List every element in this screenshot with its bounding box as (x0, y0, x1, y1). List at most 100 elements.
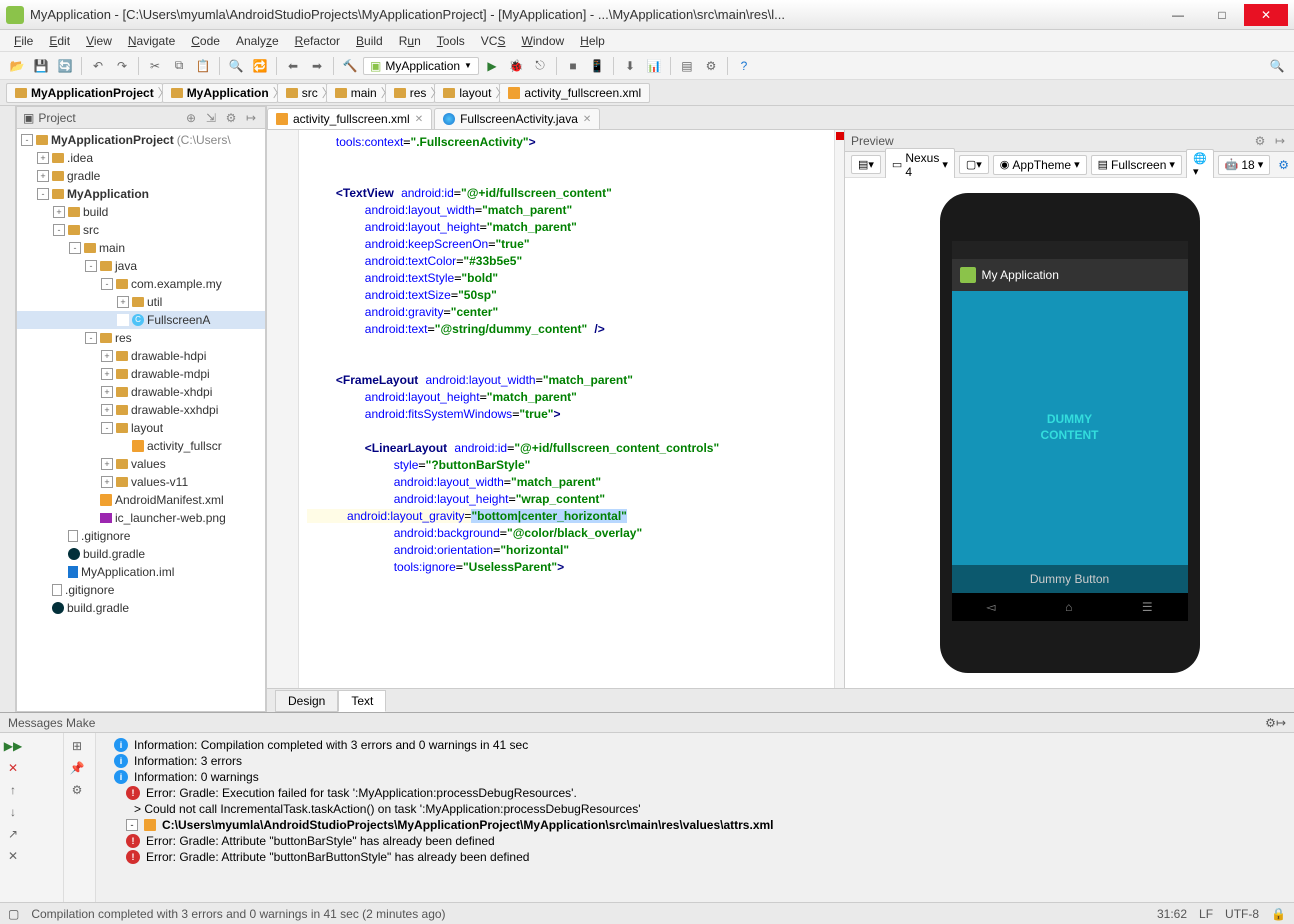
tree-item[interactable]: -main (17, 239, 265, 257)
tree-item[interactable]: +drawable-mdpi (17, 365, 265, 383)
save-icon[interactable]: 💾 (30, 55, 52, 77)
copy-icon[interactable]: ⧉ (168, 55, 190, 77)
tree-item[interactable]: -com.example.my (17, 275, 265, 293)
find-icon[interactable]: 🔍 (225, 55, 247, 77)
tree-item[interactable]: +values (17, 455, 265, 473)
api-combo[interactable]: 🤖 18▾ (1218, 155, 1271, 175)
expand-icon[interactable]: ⊞ (68, 737, 86, 755)
menu-refactor[interactable]: Refactor (289, 32, 346, 50)
message-row[interactable]: iInformation: Compilation completed with… (100, 737, 1290, 753)
tab-activity-xml[interactable]: activity_fullscreen.xml ✕ (267, 108, 432, 129)
tab-design[interactable]: Design (275, 690, 338, 712)
close-tab-icon[interactable]: ✕ (415, 114, 423, 125)
menu-navigate[interactable]: Navigate (122, 32, 181, 50)
preview-canvas[interactable]: My Application DUMMY CONTENT Dummy Butto… (845, 178, 1294, 688)
up-icon[interactable]: ↑ (4, 781, 22, 799)
tree-item[interactable]: +drawable-xxhdpi (17, 401, 265, 419)
debug-icon[interactable]: 🐞 (505, 55, 527, 77)
stop-icon[interactable]: ■ (562, 55, 584, 77)
message-row[interactable]: !Error: Gradle: Execution failed for tas… (100, 785, 1290, 801)
stop-icon[interactable]: ✕ (4, 759, 22, 777)
crumb-layout[interactable]: layout (434, 83, 500, 103)
message-row[interactable]: !Error: Gradle: Attribute "buttonBarButt… (100, 849, 1290, 865)
tree-item[interactable]: AndroidManifest.xml (17, 491, 265, 509)
message-row[interactable]: !Error: Gradle: Attribute "buttonBarStyl… (100, 833, 1290, 849)
crumb-file[interactable]: activity_fullscreen.xml (499, 83, 650, 103)
menu-edit[interactable]: Edit (43, 32, 76, 50)
menu-vcs[interactable]: VCS (475, 32, 512, 50)
crumb-main[interactable]: main (326, 83, 386, 103)
tab-text[interactable]: Text (338, 690, 386, 712)
theme-combo[interactable]: ◉ AppTheme▾ (993, 155, 1087, 175)
run-config-combo[interactable]: ▣ MyApplication ▼ (363, 57, 479, 75)
settings-icon[interactable]: ⚙ (700, 55, 722, 77)
export-icon[interactable]: ↗ (4, 825, 22, 843)
project-tree[interactable]: -MyApplicationProject (C:\Users\+.idea+g… (17, 129, 265, 711)
device-combo[interactable]: ▭ Nexus 4▾ (885, 148, 955, 182)
tree-item[interactable]: +gradle (17, 167, 265, 185)
close-msg-icon[interactable]: ✕ (4, 847, 22, 865)
make-icon[interactable]: 🔨 (339, 55, 361, 77)
tree-item[interactable]: CFullscreenA (17, 311, 265, 329)
line-separator[interactable]: LF (1199, 907, 1213, 921)
hide-icon[interactable]: ↦ (1276, 716, 1286, 730)
error-stripe[interactable] (834, 130, 844, 688)
config-button[interactable]: ▢▾ (959, 155, 989, 174)
menu-tools[interactable]: Tools (431, 32, 471, 50)
back-icon[interactable]: ⬅ (282, 55, 304, 77)
scroll-to-icon[interactable]: ⊕ (183, 111, 199, 125)
open-icon[interactable]: 📂 (6, 55, 28, 77)
close-button[interactable]: ✕ (1244, 4, 1288, 26)
tree-item[interactable]: build.gradle (17, 545, 265, 563)
tree-item[interactable]: -src (17, 221, 265, 239)
cut-icon[interactable]: ✂ (144, 55, 166, 77)
message-row[interactable]: iInformation: 0 warnings (100, 769, 1290, 785)
tree-item[interactable]: MyApplication.iml (17, 563, 265, 581)
menu-file[interactable]: File (8, 32, 39, 50)
menu-window[interactable]: Window (515, 32, 570, 50)
menu-help[interactable]: Help (574, 32, 611, 50)
locale-button[interactable]: 🌐▾ (1186, 149, 1214, 181)
gear-icon[interactable]: ⚙ (223, 111, 239, 125)
code-editor[interactable]: tools:context=".FullscreenActivity"> <Te… (299, 130, 834, 688)
filter-icon[interactable]: ⚙ (68, 781, 86, 799)
encoding[interactable]: UTF-8 (1225, 907, 1259, 921)
replace-icon[interactable]: 🔁 (249, 55, 271, 77)
minimize-button[interactable]: — (1156, 4, 1200, 26)
maximize-button[interactable]: □ (1200, 4, 1244, 26)
messages-tree[interactable]: iInformation: Compilation completed with… (96, 733, 1294, 902)
tree-item[interactable]: -layout (17, 419, 265, 437)
tree-item[interactable]: +util (17, 293, 265, 311)
gear-icon[interactable]: ⚙ (1265, 716, 1276, 730)
tree-item[interactable]: -MyApplication (17, 185, 265, 203)
message-row[interactable]: -C:\Users\myumla\AndroidStudioProjects\M… (100, 817, 1290, 833)
lock-icon[interactable]: 🔒 (1271, 907, 1286, 921)
orientation-button[interactable]: ▤▾ (851, 155, 881, 174)
tree-item[interactable]: build.gradle (17, 599, 265, 617)
redo-icon[interactable]: ↷ (111, 55, 133, 77)
tree-item[interactable]: +build (17, 203, 265, 221)
monitor-icon[interactable]: 📊 (643, 55, 665, 77)
attach-icon[interactable]: ⎋ (529, 55, 551, 77)
collapse-icon[interactable]: ⇲ (203, 111, 219, 125)
avd-icon[interactable]: 📱 (586, 55, 608, 77)
undo-icon[interactable]: ↶ (87, 55, 109, 77)
run-icon[interactable]: ▶ (481, 55, 503, 77)
message-row[interactable]: iInformation: 3 errors (100, 753, 1290, 769)
refresh-icon[interactable]: ⚙ (1278, 158, 1289, 172)
tree-item[interactable]: -res (17, 329, 265, 347)
tree-item[interactable]: -java (17, 257, 265, 275)
menu-code[interactable]: Code (185, 32, 226, 50)
tree-item[interactable]: +drawable-xhdpi (17, 383, 265, 401)
sync-icon[interactable]: 🔄 (54, 55, 76, 77)
tree-item[interactable]: ic_launcher-web.png (17, 509, 265, 527)
rerun-icon[interactable]: ▶▶ (4, 737, 22, 755)
menu-view[interactable]: View (80, 32, 118, 50)
tree-item[interactable]: .gitignore (17, 581, 265, 599)
tree-item[interactable]: +values-v11 (17, 473, 265, 491)
gear-icon[interactable]: ⚙ (1252, 134, 1268, 148)
structure-icon[interactable]: ▤ (676, 55, 698, 77)
tree-item[interactable]: +drawable-hdpi (17, 347, 265, 365)
pin-icon[interactable]: 📌 (68, 759, 86, 777)
hide-icon[interactable]: ↦ (243, 111, 259, 125)
